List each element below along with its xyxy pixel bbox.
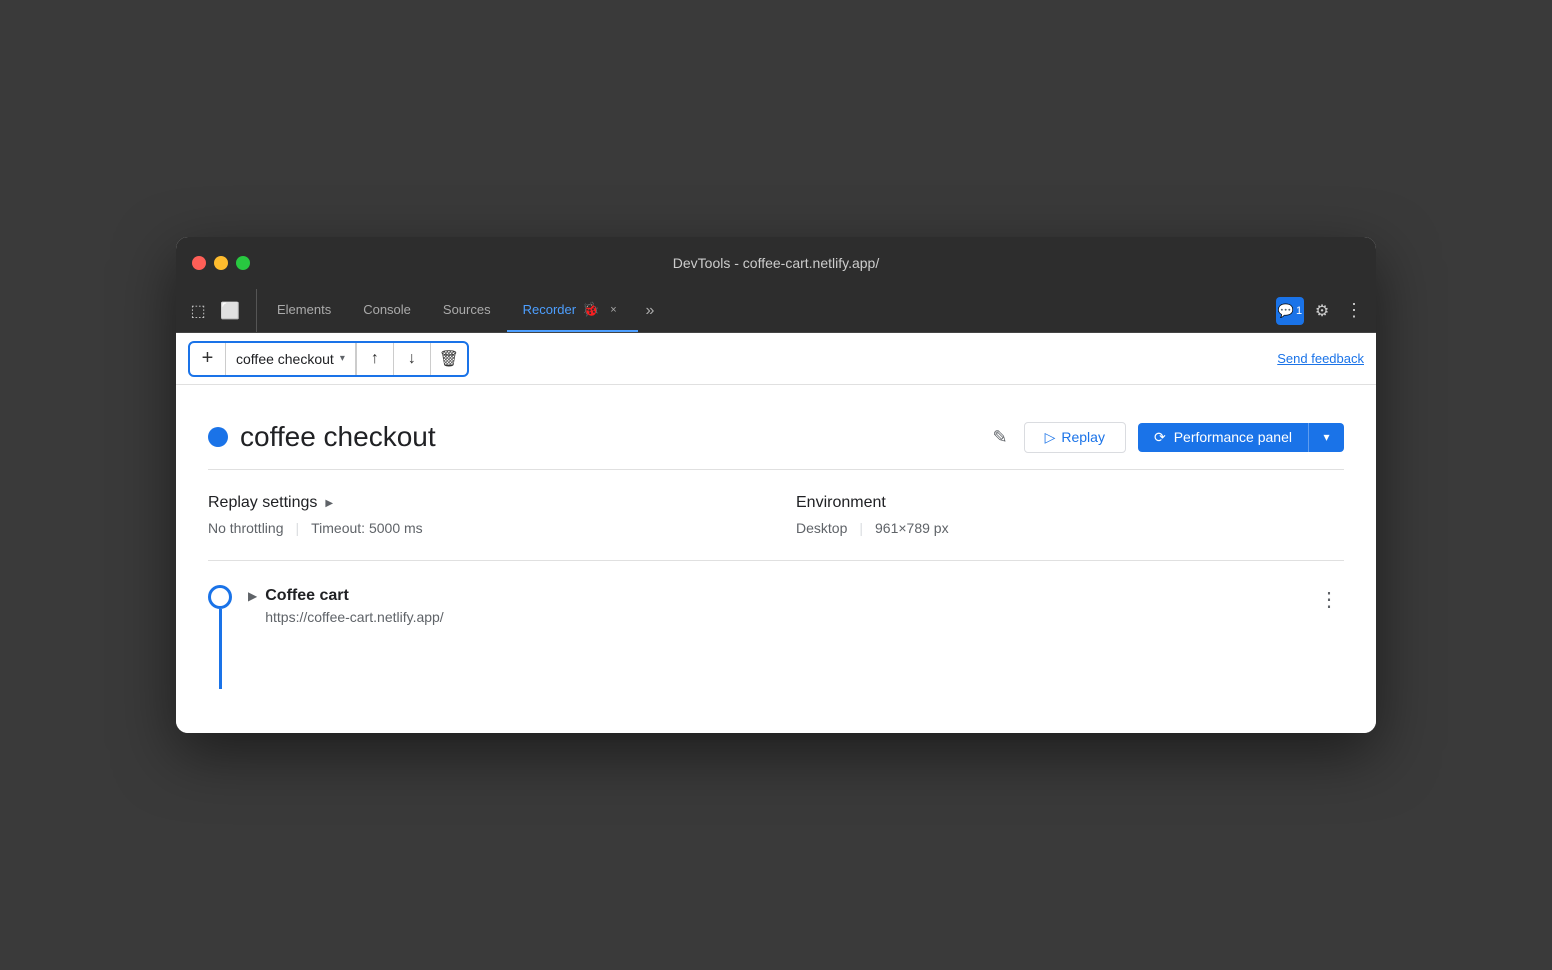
environment-title: Environment [796,494,1344,512]
tab-sources[interactable]: Sources [427,289,507,332]
send-feedback-link[interactable]: Send feedback [1277,351,1364,366]
settings-expand-arrow-icon: ▶ [325,498,333,509]
tabs-list: Elements Console Sources Recorder 🐞 × » [261,289,1276,332]
timeline-section: ▶ Coffee cart https://coffee-cart.netlif… [208,561,1344,713]
recorder-close-button[interactable]: × [606,302,622,318]
chevron-down-icon: ▾ [1323,430,1329,444]
device-toolbar-button[interactable]: ⬜ [216,297,244,325]
performance-panel-button[interactable]: ⟳ Performance panel [1138,423,1308,452]
more-tabs-button[interactable]: » [638,289,663,332]
main-content: coffee checkout ✎ ▷ Replay ⟳ Performance… [176,385,1376,733]
timeline-item: ▶ Coffee cart https://coffee-cart.netlif… [208,585,1344,689]
tab-right-actions: 💬1 ⚙ ⋮ [1276,289,1368,332]
replay-settings-values: No throttling | Timeout: 5000 ms [208,520,756,536]
recording-name: coffee checkout [236,351,334,367]
settings-button[interactable]: ⚙ [1308,297,1336,325]
timeline-item-header: ▶ Coffee cart https://coffee-cart.netlif… [248,587,1344,625]
maximize-button[interactable] [236,256,250,270]
recording-status-dot [208,427,228,447]
timeline-item-content: ▶ Coffee cart https://coffee-cart.netlif… [248,585,1344,625]
timeline-connector [208,585,232,689]
window-title: DevTools - coffee-cart.netlify.app/ [673,255,879,271]
timeout-value: Timeout: 5000 ms [311,520,423,536]
title-bar: DevTools - coffee-cart.netlify.app/ [176,237,1376,289]
environment-panel: Environment Desktop | 961×789 px [756,494,1344,536]
tab-console[interactable]: Console [347,289,427,332]
recording-header-title: coffee checkout [240,421,977,453]
recording-selector[interactable]: coffee checkout ▾ [226,342,356,376]
replay-settings-title[interactable]: Replay settings ▶ [208,494,756,512]
edit-title-icon[interactable]: ✎ [989,423,1012,452]
replay-settings-panel: Replay settings ▶ No throttling | Timeou… [208,494,756,536]
performance-panel-group: ⟳ Performance panel ▾ [1138,423,1344,452]
traffic-lights [192,256,250,270]
more-options-button[interactable]: ⋮ [1340,297,1368,325]
env-separator: | [859,520,863,536]
inspect-element-button[interactable]: ⬚ [184,297,212,325]
delete-recording-button[interactable]: 🗑 [431,342,467,376]
toolbar-bordered-group: + coffee checkout ▾ ↑ ↓ 🗑 [188,341,469,377]
timeline-node-circle [208,585,232,609]
trash-icon: 🗑 [439,349,459,369]
recorder-toolbar: + coffee checkout ▾ ↑ ↓ 🗑 Send feedback [176,333,1376,385]
timeline-item-more-button[interactable]: ⋮ [1315,587,1344,612]
timeline-expand-icon[interactable]: ▶ [248,589,257,603]
play-icon: ▷ [1045,429,1056,446]
download-icon: ↓ [408,350,416,368]
add-recording-button[interactable]: + [190,342,226,376]
close-button[interactable] [192,256,206,270]
export-recording-button[interactable]: ↑ [357,342,393,376]
throttle-value: No throttling [208,520,283,536]
timeline-item-title: Coffee cart [265,587,443,605]
chevron-down-icon: ▾ [340,353,345,364]
timeline-line [219,609,222,689]
environment-values: Desktop | 961×789 px [796,520,1344,536]
settings-separator: | [295,520,299,536]
resolution-label: 961×789 px [875,520,949,536]
tab-bar: ⬚ ⬜ Elements Console Sources Recorder 🐞 … [176,289,1376,333]
minimize-button[interactable] [214,256,228,270]
performance-panel-dropdown-button[interactable]: ▾ [1308,423,1344,452]
devtools-window: DevTools - coffee-cart.netlify.app/ ⬚ ⬜ … [176,237,1376,733]
tab-icon-group: ⬚ ⬜ [184,289,257,332]
recording-header: coffee checkout ✎ ▷ Replay ⟳ Performance… [208,405,1344,470]
perf-panel-icon: ⟳ [1154,429,1166,446]
settings-section: Replay settings ▶ No throttling | Timeou… [208,470,1344,561]
import-recording-button[interactable]: ↓ [394,342,430,376]
tab-elements[interactable]: Elements [261,289,347,332]
device-label: Desktop [796,520,847,536]
upload-icon: ↑ [371,350,379,368]
replay-button[interactable]: ▷ Replay [1024,422,1126,453]
chat-badge-button[interactable]: 💬1 [1276,297,1304,325]
timeline-item-url: https://coffee-cart.netlify.app/ [265,609,443,625]
tab-recorder[interactable]: Recorder 🐞 × [507,289,638,332]
